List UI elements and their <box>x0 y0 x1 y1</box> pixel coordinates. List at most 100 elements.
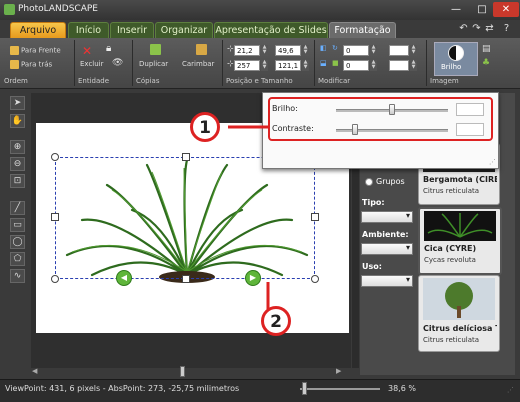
width-spinner[interactable]: ▲ ▼ <box>302 45 309 56</box>
ellipse-tool-icon[interactable]: ◯ <box>10 235 25 249</box>
contraste-slider-thumb[interactable] <box>352 124 359 135</box>
contraste-value-input[interactable] <box>456 123 484 136</box>
plant-card[interactable]: Citrus delíciosa T Citrus reticulata <box>418 275 500 352</box>
select-tool-icon[interactable]: ➤ <box>10 96 25 110</box>
resize-handle-tl[interactable] <box>51 153 59 161</box>
position-x-spinner[interactable]: ▲ ▼ <box>261 45 268 56</box>
redo-icon[interactable]: ↷ <box>471 23 482 34</box>
tab-arquivo[interactable]: Arquivo <box>10 22 66 38</box>
position-y-spinner[interactable]: ▲ ▼ <box>261 60 268 71</box>
group-label-copias: Cópias <box>136 77 160 85</box>
rectangle-tool-icon[interactable]: ▭ <box>10 218 25 232</box>
opacity-input[interactable] <box>389 45 409 56</box>
tab-apresentacao[interactable]: Apresentação de Slides <box>214 22 328 38</box>
flip-horizontal-icon[interactable]: ◧ <box>320 44 327 52</box>
grupos-label: Grupos <box>376 177 405 186</box>
group-posicao: ⊹ 21,2 ▲ ▼ 49,6 ▲ ▼ ⊹ 257 ▲ ▼ 121,1 ▲ ▼ Posi… <box>224 40 315 86</box>
selection-box[interactable] <box>55 157 315 279</box>
pan-tool-icon[interactable]: ✋ <box>10 114 25 128</box>
effects-icon[interactable]: ♣ <box>482 58 490 68</box>
width-input[interactable]: 49,6 <box>275 45 301 56</box>
maximize-button[interactable]: □ <box>469 2 495 17</box>
rotation-spinner[interactable]: ▲ ▼ <box>370 45 377 56</box>
tab-inicio[interactable]: Início <box>68 22 109 38</box>
para-frente-button[interactable]: Para Frente <box>10 46 61 55</box>
opacity-spinner[interactable]: ▲ ▼ <box>410 45 417 56</box>
swap-icon[interactable]: ⇄ <box>484 23 495 34</box>
close-button[interactable]: ✕ <box>493 2 519 17</box>
zoom-in-icon[interactable]: ⊕ <box>10 140 25 154</box>
tab-formatacao[interactable]: Formatação <box>329 22 396 38</box>
group-label-modificar: Modificar <box>318 77 351 85</box>
color-icon[interactable]: ■ <box>332 59 339 67</box>
resize-handle-left[interactable] <box>51 213 59 221</box>
zoom-slider-track[interactable] <box>300 388 380 390</box>
group-modificar: ◧ ↻ 0 ▲ ▼ ⬓ ■ 0 ▲ ▼ ▲ ▼ ▲ ▼ Modificar <box>316 40 427 86</box>
resize-handle-top[interactable] <box>182 153 190 161</box>
resize-grip-icon[interactable]: ⋰ <box>489 158 496 166</box>
brilho-value-input[interactable] <box>456 103 484 116</box>
plant-card-selected[interactable]: Cica (CYRE) Cycas revoluta <box>418 207 502 275</box>
callout-1: 1 <box>190 112 220 142</box>
zoom-value: 38,6 % <box>388 384 416 393</box>
zoom-out-icon[interactable]: ⊖ <box>10 157 25 171</box>
resize-handle-right[interactable] <box>311 213 319 221</box>
tipo-select[interactable] <box>361 211 413 223</box>
grupos-radio[interactable] <box>365 178 373 186</box>
resize-grip-icon: ⋰ <box>507 386 514 394</box>
send-backward-icon <box>10 60 19 69</box>
undo-icon[interactable]: ↶ <box>458 23 469 34</box>
position-x-input[interactable]: 21,2 <box>234 45 260 56</box>
crop-icon[interactable]: ▤ <box>482 44 491 54</box>
ambiente-select[interactable] <box>361 243 413 255</box>
shadow-input[interactable] <box>389 60 409 71</box>
duplicar-button[interactable]: Duplicar <box>139 60 168 68</box>
modify-input[interactable]: 0 <box>343 60 369 71</box>
group-imagem: Brilho ▤ ♣ Imagem <box>428 40 516 86</box>
carimbar-button[interactable]: Carimbar <box>182 60 214 68</box>
para-tras-button[interactable]: Para trás <box>10 60 52 69</box>
line-tool-icon[interactable]: ╱ <box>10 201 25 215</box>
tab-organizar[interactable]: Organizar <box>155 22 213 38</box>
minimize-button[interactable]: — <box>443 2 469 17</box>
modify-spinner[interactable]: ▲ ▼ <box>370 60 377 71</box>
shadow-spinner[interactable]: ▲ ▼ <box>410 60 417 71</box>
brilho-slider-thumb[interactable] <box>389 104 395 115</box>
lock-icon[interactable]: 🔒︎ <box>106 43 111 54</box>
brightness-icon <box>448 45 464 61</box>
duplicate-icon[interactable] <box>150 44 163 55</box>
contraste-label: Contraste: <box>272 124 314 133</box>
help-icon[interactable]: ? <box>501 23 512 34</box>
visibility-icon[interactable]: 👁︎ <box>112 58 123 68</box>
group-copias: Duplicar Carimbar Cópias <box>134 40 223 86</box>
horizontal-scroll-thumb[interactable] <box>180 366 185 377</box>
app-icon <box>4 4 15 15</box>
resize-handle-bottom[interactable] <box>182 275 190 283</box>
uso-select[interactable] <box>361 275 413 287</box>
delete-icon[interactable]: ✕ <box>82 44 92 58</box>
status-text: ViewPoint: 431, 6 pixels - AbsPoint: 273… <box>5 384 240 393</box>
flip-vertical-icon[interactable]: ⬓ <box>320 59 327 67</box>
tab-inserir[interactable]: Inserir <box>110 22 154 38</box>
scroll-left-icon[interactable]: ◀ <box>32 367 37 375</box>
stamp-icon[interactable] <box>196 44 209 55</box>
excluir-button[interactable]: Excluir <box>80 60 104 68</box>
zoom-fit-icon[interactable]: ⊡ <box>10 174 25 188</box>
height-spinner[interactable]: ▲ ▼ <box>302 60 309 71</box>
rotation-input[interactable]: 0 <box>343 45 369 56</box>
brilho-button[interactable]: Brilho <box>434 42 478 76</box>
resize-handle-br[interactable] <box>311 275 319 283</box>
resize-handle-bl[interactable] <box>51 275 59 283</box>
polygon-tool-icon[interactable]: ⬠ <box>10 252 25 266</box>
horizontal-scrollbar[interactable]: ◀ ▶ <box>32 366 341 377</box>
rotate-icon[interactable]: ↻ <box>332 44 338 52</box>
zoom-slider-thumb[interactable] <box>301 382 307 395</box>
callout-1-connector <box>228 125 270 129</box>
next-arrow-icon[interactable]: ▶ <box>245 270 261 286</box>
curve-tool-icon[interactable]: ∿ <box>10 269 25 283</box>
uso-label: Uso: <box>362 262 382 271</box>
prev-arrow-icon[interactable]: ◀ <box>116 270 132 286</box>
height-input[interactable]: 121,1 <box>275 60 301 71</box>
position-y-input[interactable]: 257 <box>234 60 260 71</box>
scroll-right-icon[interactable]: ▶ <box>336 367 341 375</box>
